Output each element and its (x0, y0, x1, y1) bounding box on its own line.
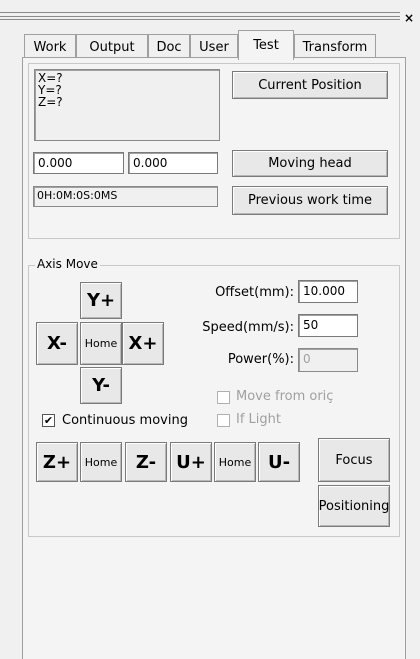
if-light-label: If Light (236, 412, 281, 427)
continuous-moving-label: Continuous moving (62, 413, 188, 428)
z-home-button[interactable]: Home (80, 442, 122, 482)
move-from-origin-checkbox (217, 391, 230, 404)
current-position-button[interactable]: Current Position (232, 71, 388, 99)
position-readout: X=? Y=? Z=? (34, 69, 220, 141)
tab-strip: Work Output Doc User Test Transform (24, 30, 404, 60)
if-light-checkbox (217, 414, 230, 427)
axis-move-title: Axis Move (35, 257, 100, 271)
tab-user[interactable]: User (190, 34, 238, 59)
tab-output[interactable]: Output (76, 34, 148, 59)
power-label: Power(%): (227, 352, 294, 367)
readout-x: X=? (38, 71, 63, 85)
readout-y: Y=? (38, 83, 62, 97)
work-time-display: 0H:0M:0S:0MS (33, 186, 218, 207)
y-plus-button[interactable]: Y+ (80, 282, 122, 319)
tab-test[interactable]: Test (238, 30, 294, 60)
tab-work[interactable]: Work (24, 34, 76, 59)
title-bar-grip (0, 12, 400, 20)
power-input: 0 (298, 348, 358, 372)
z-minus-button[interactable]: Z- (125, 442, 167, 482)
u-minus-button[interactable]: U- (258, 442, 300, 482)
offset-input[interactable]: 10.000 (298, 280, 358, 303)
x-minus-button[interactable]: X- (36, 322, 78, 365)
xy-home-button[interactable]: Home (80, 322, 122, 365)
continuous-moving-checkbox[interactable]: ✔ (42, 414, 55, 427)
head-x-input[interactable]: 0.000 (33, 152, 124, 174)
tab-doc[interactable]: Doc (148, 34, 190, 59)
head-y-input[interactable]: 0.000 (128, 152, 218, 174)
u-plus-button[interactable]: U+ (170, 442, 212, 482)
moving-head-button[interactable]: Moving head (232, 150, 388, 177)
close-icon[interactable]: × (404, 12, 414, 24)
speed-input[interactable]: 50 (298, 314, 358, 337)
move-from-origin-label: Move from oriç (236, 389, 334, 404)
offset-label: Offset(mm): (215, 285, 294, 300)
tab-transform[interactable]: Transform (294, 34, 376, 59)
focus-button[interactable]: Focus (318, 438, 390, 482)
readout-z: Z=? (38, 95, 63, 109)
speed-label: Speed(mm/s): (202, 320, 294, 335)
previous-work-time-button[interactable]: Previous work time (232, 186, 388, 215)
u-home-button[interactable]: Home (214, 442, 256, 482)
y-minus-button[interactable]: Y- (80, 367, 122, 404)
positioning-button[interactable]: Positioning (318, 485, 390, 527)
z-plus-button[interactable]: Z+ (36, 442, 78, 482)
x-plus-button[interactable]: X+ (122, 322, 164, 365)
